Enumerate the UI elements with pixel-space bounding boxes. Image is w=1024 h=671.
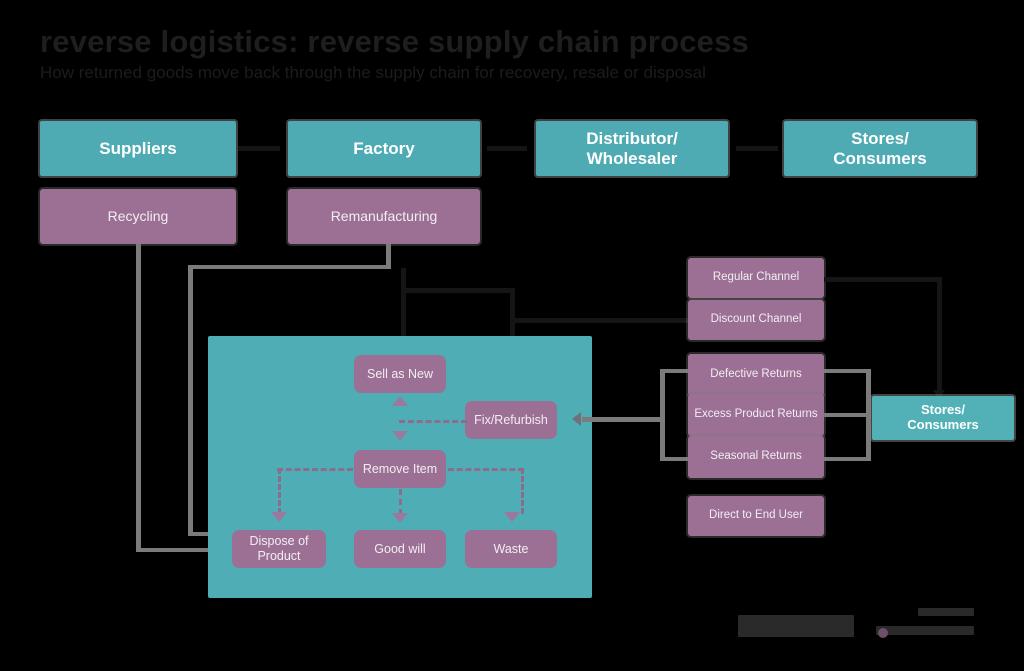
arrow-up-sell-as-new <box>392 396 408 406</box>
dash-fix-to-center <box>399 420 467 423</box>
node-stores-label: Stores/ Consumers <box>833 129 927 168</box>
node-factory[interactable]: Factory <box>288 121 480 176</box>
connector-suppliers-factory <box>238 146 280 151</box>
node-defective-returns[interactable]: Defective Returns <box>688 354 824 396</box>
arrow-down-good-will <box>392 513 408 523</box>
node-regular-channel[interactable]: Regular Channel <box>688 258 824 298</box>
dash-remove-to-dispose <box>277 468 353 471</box>
arrow-left-into-fix-refurbish <box>572 412 581 426</box>
arrow-down-dispose <box>271 512 287 522</box>
node-remove-item-label: Remove Item <box>362 461 438 476</box>
arrow-down-waste <box>504 512 520 522</box>
node-seasonal-returns[interactable]: Seasonal Returns <box>688 436 824 478</box>
node-discount-channel[interactable]: Discount Channel <box>688 300 824 340</box>
footer-logo-dot <box>878 628 888 638</box>
bracket-returns-right-bottom <box>824 457 870 461</box>
connector-recycling-down <box>136 244 141 551</box>
node-recycling-label: Recycling <box>107 208 169 225</box>
dash-remove-to-good-will <box>399 489 402 515</box>
node-suppliers-label: Suppliers <box>99 138 177 158</box>
node-remove-item[interactable]: Remove Item <box>354 450 446 488</box>
node-excess-product-returns[interactable]: Excess Product Returns <box>688 394 824 436</box>
node-suppliers[interactable]: Suppliers <box>40 121 236 176</box>
node-excess-returns-label: Excess Product Returns <box>694 408 818 421</box>
bracket-returns-right-mid <box>824 413 870 417</box>
page-title: reverse logistics: reverse supply chain … <box>40 24 749 59</box>
connector-regular-channel-right <box>824 277 942 282</box>
node-regular-channel-label: Regular Channel <box>712 271 800 284</box>
bracket-returns-left-top <box>660 369 688 373</box>
connector-fix-refurbish-top <box>403 288 515 293</box>
connector-right-down <box>937 277 942 394</box>
bracket-returns-left-bottom <box>660 457 688 461</box>
footer-caption-line-1 <box>918 608 974 616</box>
bracket-returns-right-top <box>824 369 870 373</box>
node-sell-as-new[interactable]: Sell as New <box>354 355 446 393</box>
page-subtitle: How returned goods move back through the… <box>40 63 706 82</box>
node-stores-consumers-right[interactable]: Stores/ Consumers <box>872 396 1014 440</box>
node-direct-to-end-user-label: Direct to End User <box>709 509 803 522</box>
node-defective-returns-label: Defective Returns <box>710 368 802 381</box>
node-remanufacturing[interactable]: Remanufacturing <box>288 189 480 244</box>
node-recycling[interactable]: Recycling <box>40 189 236 244</box>
node-dispose-of-product[interactable]: Dispose of Product <box>232 530 326 568</box>
node-waste-label: Waste <box>493 541 529 556</box>
node-seasonal-returns-label: Seasonal Returns <box>710 450 802 463</box>
node-fix-refurbish-label: Fix/Refurbish <box>474 412 548 427</box>
connector-distributor-stores <box>736 146 778 151</box>
connector-reman-left <box>188 265 391 269</box>
connector-discount-to-fix <box>510 318 688 323</box>
footer-brand-bar <box>738 615 854 637</box>
node-fix-refurbish[interactable]: Fix/Refurbish <box>465 401 557 439</box>
node-factory-label: Factory <box>353 138 415 158</box>
dash-waste-down <box>521 468 524 514</box>
node-good-will-label: Good will <box>374 541 426 556</box>
arrow-down-remove-item <box>392 431 408 441</box>
node-direct-to-end-user[interactable]: Direct to End User <box>688 496 824 536</box>
connector-returns-to-fix <box>582 417 662 422</box>
node-good-will[interactable]: Good will <box>354 530 446 568</box>
node-distributor-label: Distributor/ Wholesaler <box>586 129 678 168</box>
footer-caption-line-2 <box>876 626 974 635</box>
dash-remove-to-waste <box>448 468 524 471</box>
node-stores-consumers[interactable]: Stores/ Consumers <box>784 121 976 176</box>
node-distributor-wholesaler[interactable]: Distributor/ Wholesaler <box>536 121 728 176</box>
node-waste[interactable]: Waste <box>465 530 557 568</box>
connector-factory-distributor <box>487 146 527 151</box>
node-sell-as-new-label: Sell as New <box>367 366 433 381</box>
diagram-canvas: reverse logistics: reverse supply chain … <box>0 0 1024 671</box>
node-stores-right-label: Stores/ Consumers <box>907 402 979 432</box>
node-discount-channel-label: Discount Channel <box>710 313 802 326</box>
dash-dispose-down <box>278 468 281 514</box>
node-dispose-label: Dispose of Product <box>249 534 309 563</box>
connector-reman-left-down <box>188 265 193 535</box>
node-remanufacturing-label: Remanufacturing <box>330 208 438 225</box>
bracket-returns-left <box>660 369 665 461</box>
